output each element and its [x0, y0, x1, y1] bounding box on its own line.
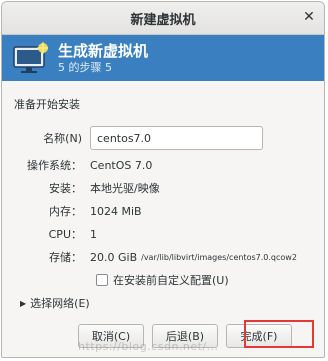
install-value: 本地光驱/映像	[90, 182, 160, 195]
network-expander[interactable]: ▶ 选择网络(E)	[20, 295, 90, 311]
step-indicator: 5 的步骤 5	[58, 60, 112, 74]
monitor-icon	[13, 42, 48, 73]
cpu-row: CPU： 1	[14, 226, 312, 242]
customize-checkbox[interactable]	[96, 274, 108, 286]
finish-highlight-box	[244, 320, 314, 348]
new-vm-dialog: 新建虚拟机 ✕ 生成新虚拟机 5 的步骤 5 准备开始安装 名称(N) 操作系统…	[1, 1, 325, 358]
name-label: 名称(N)	[43, 132, 82, 145]
title-bar: 新建虚拟机 ✕	[2, 2, 324, 35]
customize-label: 在安装前自定义配置(U)	[113, 274, 229, 287]
customize-option[interactable]: 在安装前自定义配置(U)	[96, 272, 312, 288]
storage-row: 存储： 20.0 GiB /var/lib/libvirt/images/cen…	[14, 249, 312, 265]
storage-size: 20.0 GiB	[90, 250, 138, 264]
os-row: 操作系统： CentOS 7.0	[14, 157, 312, 173]
memory-label: 内存：	[49, 205, 82, 218]
storage-label: 存储：	[49, 251, 82, 264]
section-label: 准备开始安装	[14, 98, 80, 111]
wizard-content: 准备开始安装 名称(N) 操作系统： CentOS 7.0 安装： 本地光驱/映…	[2, 81, 324, 288]
os-value: CentOS 7.0	[90, 158, 153, 172]
vm-name-input[interactable]	[90, 126, 263, 150]
storage-path: /var/lib/libvirt/images/centos7.0.qcow2	[141, 252, 297, 262]
wizard-banner: 生成新虚拟机 5 的步骤 5	[2, 35, 324, 81]
cpu-value: 1	[90, 227, 97, 241]
install-row: 安装： 本地光驱/映像	[14, 180, 312, 196]
expander-triangle-icon: ▶	[20, 298, 27, 308]
memory-row: 内存： 1024 MiB	[14, 203, 312, 219]
window-title: 新建虚拟机	[130, 12, 196, 28]
network-label: 选择网络(E)	[30, 297, 90, 310]
os-label: 操作系统：	[27, 159, 82, 172]
cpu-label: CPU：	[48, 228, 82, 241]
close-icon[interactable]: ✕	[302, 10, 316, 24]
install-label: 安装：	[49, 182, 82, 195]
memory-value: 1024 MiB	[90, 204, 142, 218]
name-row: 名称(N)	[14, 126, 312, 150]
watermark-text: https://blog.csdn.net/...	[78, 340, 219, 353]
banner-title: 生成新虚拟机	[58, 41, 149, 60]
